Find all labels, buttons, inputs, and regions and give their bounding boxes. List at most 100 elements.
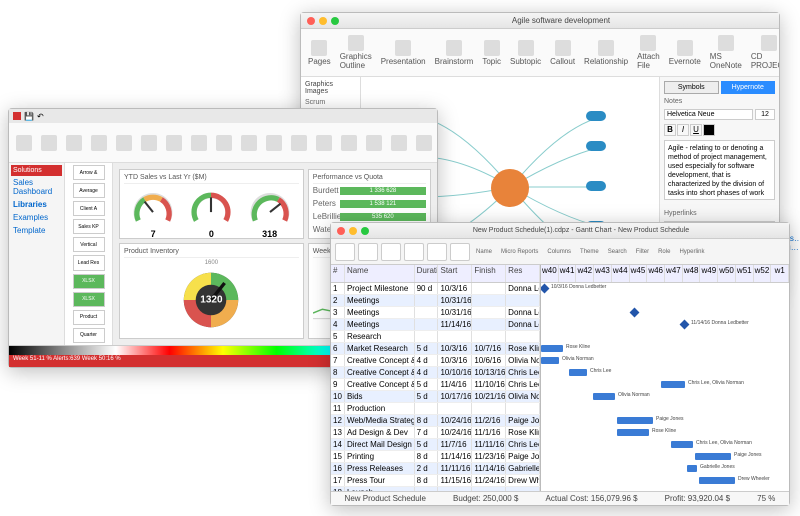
ribbon-callout[interactable]: Callout: [547, 39, 578, 67]
mm-node[interactable]: [586, 141, 606, 151]
ribbon-graphics-outline[interactable]: Graphics Outline: [337, 34, 375, 71]
toolbar-button[interactable]: [404, 243, 424, 261]
sidebar-item[interactable]: Examples: [11, 211, 62, 224]
ribbon-button[interactable]: [13, 134, 35, 152]
table-row[interactable]: 18Launch: [331, 487, 540, 491]
font-select[interactable]: Helvetica Neue: [664, 109, 753, 120]
ribbon-attach-file[interactable]: Attach File: [634, 34, 663, 71]
gantt-chart[interactable]: w40w41w42w43w44w45w46w47w48w49w50w51w52w…: [541, 265, 789, 491]
table-row[interactable]: 13Ad Design & Dev7 d10/24/1611/1/16Rose …: [331, 427, 540, 439]
gantt-bar[interactable]: [617, 417, 653, 424]
qat-undo-icon[interactable]: ↶: [37, 112, 44, 121]
toolbar-button[interactable]: [427, 243, 447, 261]
ribbon-topic[interactable]: Topic: [479, 39, 504, 67]
gantt-bar[interactable]: [593, 393, 615, 400]
gantt-bar[interactable]: [617, 429, 649, 436]
sidebar-item[interactable]: Libraries: [11, 198, 62, 211]
central-node[interactable]: [491, 169, 529, 207]
table-row[interactable]: 14Direct Mail Design5 d11/7/1611/11/16Ch…: [331, 439, 540, 451]
table-row[interactable]: 8Creative Concept & Design 24 d10/10/161…: [331, 367, 540, 379]
ribbon-button[interactable]: [263, 134, 285, 152]
library-thumb[interactable]: Quarter: [73, 328, 105, 343]
ribbon-button[interactable]: [113, 134, 135, 152]
toolbar-button[interactable]: [358, 243, 378, 261]
ribbon-button[interactable]: [238, 134, 260, 152]
table-row[interactable]: 17Press Tour8 d11/15/1611/24/16Drew Whee…: [331, 475, 540, 487]
table-row[interactable]: 3Meetings10/31/16Donna Ledbetter: [331, 307, 540, 319]
table-row[interactable]: 15Printing8 d11/14/1611/23/16Paige Jones: [331, 451, 540, 463]
table-row[interactable]: 11Production: [331, 403, 540, 415]
close-icon[interactable]: [337, 227, 345, 235]
table-row[interactable]: 4Meetings11/14/16Donna Ledbetter: [331, 319, 540, 331]
milestone-diamond[interactable]: [541, 284, 549, 294]
tab-hypernote[interactable]: Hypernote: [721, 81, 776, 94]
ribbon-button[interactable]: [388, 134, 410, 152]
ribbon-evernote[interactable]: Evernote: [666, 39, 704, 67]
font-size[interactable]: 12: [755, 109, 775, 120]
ribbon-button[interactable]: [88, 134, 110, 152]
color-icon[interactable]: [703, 124, 715, 136]
gantt-bar[interactable]: [661, 381, 685, 388]
ribbon-brainstorm[interactable]: Brainstorm: [432, 39, 477, 67]
gantt-bar[interactable]: [671, 441, 693, 448]
library-thumb[interactable]: Sales KP: [73, 219, 105, 234]
mm-node[interactable]: [586, 111, 606, 121]
table-row[interactable]: 2Meetings10/31/16: [331, 295, 540, 307]
table-row[interactable]: 1Project Milestone90 d10/3/16Donna Ledbe…: [331, 283, 540, 295]
qat-save-icon[interactable]: 💾: [24, 112, 34, 121]
tab-symbols[interactable]: Symbols: [664, 81, 719, 94]
gantt-bar[interactable]: [541, 357, 559, 364]
minimize-icon[interactable]: [349, 227, 357, 235]
ribbon-button[interactable]: [413, 134, 435, 152]
ribbon-button[interactable]: [363, 134, 385, 152]
table-row[interactable]: 16Press Releases2 d11/11/1611/14/16Gabri…: [331, 463, 540, 475]
bold-icon[interactable]: B: [664, 124, 676, 136]
table-row[interactable]: 10Bids5 d10/17/1610/21/16Olivia Norman: [331, 391, 540, 403]
italic-icon[interactable]: I: [677, 124, 689, 136]
sidebar-item[interactable]: Template: [11, 224, 62, 237]
library-thumb[interactable]: Average: [73, 183, 105, 198]
ribbon-presentation[interactable]: Presentation: [378, 39, 429, 67]
gantt-bar[interactable]: [569, 369, 587, 376]
ribbon-button[interactable]: [163, 134, 185, 152]
minimize-icon[interactable]: [319, 17, 327, 25]
library-thumb[interactable]: Product: [73, 310, 105, 325]
ribbon-pages[interactable]: Pages: [305, 39, 334, 67]
gantt-bar[interactable]: [695, 453, 731, 460]
table-row[interactable]: 6Market Research5 d10/3/1610/7/16Rose Kl…: [331, 343, 540, 355]
ribbon-ms-onenote[interactable]: MS OneNote: [707, 34, 745, 71]
library-thumb[interactable]: Vertical: [73, 237, 105, 252]
library-thumb[interactable]: XLSX: [73, 274, 105, 289]
milestone-diamond[interactable]: [680, 320, 690, 330]
ribbon-button[interactable]: [38, 134, 60, 152]
ribbon-button[interactable]: [188, 134, 210, 152]
library-thumb[interactable]: Client A: [73, 201, 105, 216]
library-thumb[interactable]: XLSX: [73, 292, 105, 307]
library-thumb[interactable]: Arrow &: [73, 165, 105, 180]
ribbon-button[interactable]: [63, 134, 85, 152]
sidebar-item[interactable]: Sales Dashboard: [11, 176, 62, 198]
ribbon-cd-project[interactable]: CD PROJECT: [748, 34, 779, 71]
gantt-bar[interactable]: [687, 465, 697, 472]
ribbon-button[interactable]: [138, 134, 160, 152]
ribbon-button[interactable]: [313, 134, 335, 152]
ribbon-relationship[interactable]: Relationship: [581, 39, 631, 67]
gantt-bar[interactable]: [541, 345, 563, 352]
zoom-icon[interactable]: [331, 17, 339, 25]
notes-text[interactable]: Agile - relating to or denoting a method…: [664, 140, 775, 200]
library-thumb[interactable]: Lead Res: [73, 255, 105, 270]
table-row[interactable]: 9Creative Concept & Design 35 d11/4/1611…: [331, 379, 540, 391]
table-row[interactable]: 7Creative Concept & Design 14 d10/3/1610…: [331, 355, 540, 367]
toolbar-button[interactable]: [381, 243, 401, 261]
underline-icon[interactable]: U: [690, 124, 702, 136]
toolbar-button[interactable]: [335, 243, 355, 261]
toolbar-button[interactable]: [450, 243, 470, 261]
mm-node[interactable]: [586, 181, 606, 191]
gantt-bar[interactable]: [699, 477, 735, 484]
milestone-diamond[interactable]: [630, 308, 640, 318]
ribbon-button[interactable]: [288, 134, 310, 152]
table-row[interactable]: 12Web/Media Strategy8 d10/24/1611/2/16Pa…: [331, 415, 540, 427]
zoom-icon[interactable]: [361, 227, 369, 235]
ribbon-button[interactable]: [338, 134, 360, 152]
ribbon-button[interactable]: [213, 134, 235, 152]
